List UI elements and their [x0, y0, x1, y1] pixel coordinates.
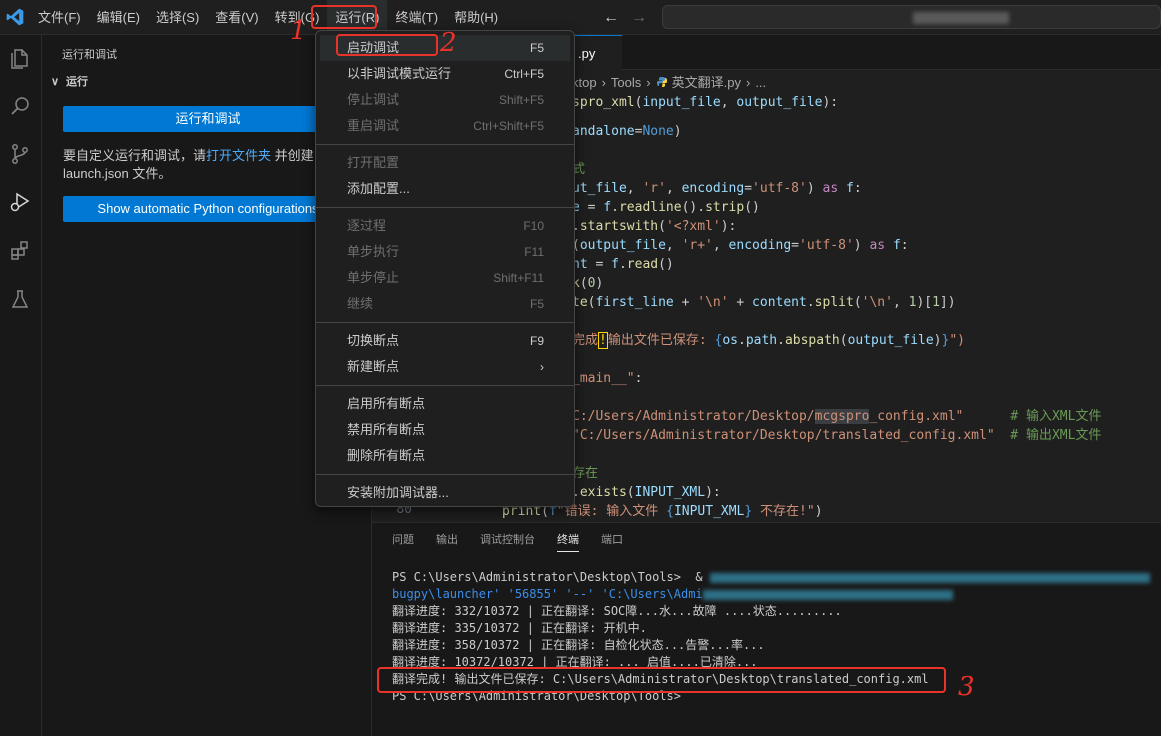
- hint-text-before: 要自定义运行和调试，请: [63, 148, 207, 163]
- title-bar: 文件(F) 编辑(E) 选择(S) 查看(V) 转到(G) 运行(R) 终端(T…: [0, 0, 1161, 35]
- extensions-icon[interactable]: [6, 237, 34, 265]
- menu-disable-all-breakpoints[interactable]: 禁用所有断点: [320, 417, 570, 443]
- menu-step-over: 逐过程 F10: [347, 218, 544, 233]
- run-section-label: 运行: [66, 76, 88, 88]
- breadcrumb: ktop › Tools › 英文翻译.py ›...: [572, 73, 767, 90]
- menu-remove-all-breakpoints[interactable]: 删除所有断点: [320, 443, 570, 469]
- breadcrumb-item[interactable]: Tools: [611, 75, 641, 90]
- search-icon[interactable]: [6, 92, 34, 120]
- redacted-command: [709, 572, 1150, 583]
- terminal-line: 翻译进度: 335/10372 | 正在翻译: 开机中.: [392, 621, 647, 635]
- menu-step-into: 单步执行 F11: [347, 244, 544, 259]
- menu-file[interactable]: 文件(F): [30, 0, 89, 35]
- explorer-icon[interactable]: [6, 45, 34, 73]
- tab-debug-console[interactable]: 调试控制台: [480, 531, 535, 552]
- code-line: ut_file, 'r', encoding='utf-8') as f:: [572, 181, 862, 196]
- code-line: (output_file, 'r+', encoding='utf-8') as…: [572, 238, 909, 253]
- run-debug-icon[interactable]: [6, 188, 34, 216]
- menu-separator: [316, 474, 574, 475]
- code-line: 存在: [572, 466, 599, 481]
- menu-run-without-debugging[interactable]: 以非调试模式运行 Ctrl+F5: [320, 61, 570, 87]
- menu-edit[interactable]: 编辑(E): [89, 0, 148, 35]
- breadcrumb-item[interactable]: 英文翻译.py: [672, 75, 741, 90]
- annotation-box-output: [377, 667, 946, 693]
- code-line: "C:/Users/Administrator/Desktop/translat…: [572, 428, 1102, 443]
- run-and-debug-button[interactable]: 运行和调试: [63, 106, 353, 132]
- terminal-line: PS C:\Users\Administrator\Desktop\Tools>…: [392, 569, 1152, 586]
- code-line: C:/Users/Administrator/Desktop/mcgspro_c…: [572, 409, 1102, 424]
- code-line: _main__":: [572, 371, 643, 386]
- menu-toggle-breakpoint[interactable]: 切换断点 F9: [320, 328, 570, 354]
- testing-icon[interactable]: [6, 286, 34, 314]
- redacted-title: [913, 12, 1009, 24]
- menu-stop-debugging: 停止调试 Shift+F5: [347, 92, 544, 107]
- chevron-right-icon: ›: [540, 360, 544, 374]
- menu-enable-all-breakpoints[interactable]: 启用所有断点: [320, 391, 570, 417]
- menu-separator: [316, 207, 574, 208]
- code-line: .startswith('<?xml'):: [572, 219, 737, 234]
- annotation-box-start-debugging: [336, 34, 438, 56]
- menu-step-out: 单步停止 Shift+F11: [347, 270, 544, 285]
- python-file-icon: [656, 73, 668, 87]
- menu-separator: [316, 322, 574, 323]
- annotation-number-3: 3: [958, 672, 975, 702]
- show-python-configurations-button[interactable]: Show automatic Python configurations: [63, 196, 353, 222]
- tab-output[interactable]: 输出: [436, 531, 458, 552]
- code-line: andalone=None): [572, 124, 682, 139]
- code-line: nt = f.read(): [572, 257, 674, 272]
- code-line: spro_xml(input_file, output_file):: [572, 95, 839, 110]
- menu-restart-debugging: 重启调试 Ctrl+Shift+F5: [347, 118, 544, 133]
- chevron-down-icon: ∨: [50, 75, 60, 88]
- tab-terminal[interactable]: 终端: [557, 531, 579, 552]
- command-center-search[interactable]: [662, 5, 1161, 29]
- source-control-icon[interactable]: [6, 140, 34, 168]
- terminal-line: bugpy\launcher' '56855' '--' 'C:\Users\A…: [392, 586, 1152, 603]
- code-line: e = f.readline().strip(): [572, 200, 760, 215]
- annotation-number-1: 1: [290, 16, 307, 46]
- code-line: .exists(INPUT_XML):: [572, 485, 721, 500]
- terminal-line: 翻译进度: 358/10372 | 正在翻译: 自检化状态...告警...率..…: [392, 638, 765, 652]
- menu-install-additional-debuggers[interactable]: 安装附加调试器...: [320, 480, 570, 506]
- menu-view[interactable]: 查看(V): [207, 0, 266, 35]
- menu-separator: [316, 144, 574, 145]
- terminal-line: 翻译进度: 332/10372 | 正在翻译: SOC障...水...故障 ..…: [392, 604, 842, 618]
- tab-ports[interactable]: 端口: [601, 531, 623, 552]
- run-menu-dropdown: 启动调试 F5 以非调试模式运行 Ctrl+F5 停止调试 Shift+F5 重启调试…: [315, 30, 575, 507]
- open-folder-link[interactable]: 打开文件夹: [206, 148, 271, 163]
- menu-open-configurations: 打开配置: [347, 155, 400, 170]
- panel-tabs: 问题 输出 调试控制台 终端 端口: [392, 531, 623, 552]
- forward-arrow-icon[interactable]: →: [631, 9, 647, 27]
- redacted-path: [702, 589, 953, 600]
- annotation-box-run-menu: [311, 5, 377, 29]
- annotation-number-2: 2: [440, 28, 457, 58]
- bottom-panel: 问题 输出 调试控制台 终端 端口 PS C:\Users\Administra…: [372, 522, 1161, 736]
- menu-selection[interactable]: 选择(S): [148, 0, 207, 35]
- menu-add-configuration[interactable]: 添加配置...: [320, 176, 570, 202]
- run-section-header[interactable]: ∨ 运行: [48, 73, 88, 89]
- menu-separator: [316, 385, 574, 386]
- code-line: te(first_line + '\n' + content.split('\n…: [572, 295, 956, 310]
- sidebar-title: 运行和调试: [62, 49, 117, 61]
- navigation-arrows: ← →: [603, 0, 647, 35]
- back-arrow-icon[interactable]: ←: [603, 9, 619, 27]
- code-line: k(0): [572, 276, 604, 291]
- menu-continue: 继续 F5: [347, 296, 544, 311]
- breadcrumb-item[interactable]: ktop: [572, 75, 597, 90]
- tab-problems[interactable]: 问题: [392, 531, 414, 552]
- breadcrumb-item[interactable]: ...: [755, 75, 766, 90]
- tab-label: .py: [578, 46, 596, 61]
- menu-new-breakpoint[interactable]: 新建断点 ›: [320, 354, 570, 380]
- code-line: 完成!输出文件已保存: {os.path.abspath(output_file…: [572, 332, 965, 349]
- vscode-logo-icon: [5, 7, 25, 27]
- editor-tab[interactable]: .py: [572, 35, 622, 70]
- activity-bar: [0, 35, 42, 736]
